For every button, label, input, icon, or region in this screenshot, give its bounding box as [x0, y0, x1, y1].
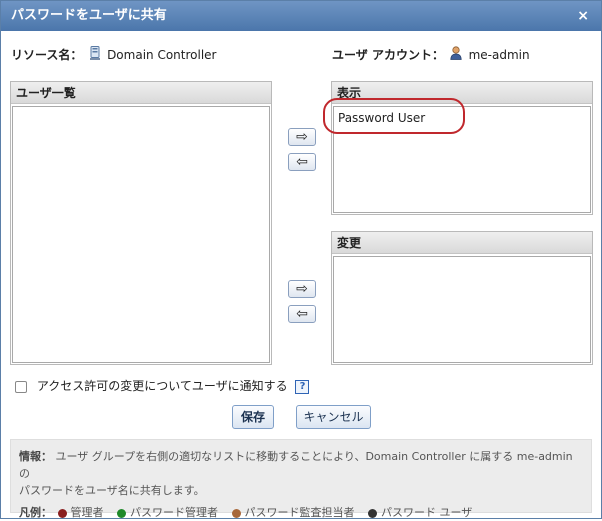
legend-item-password-user: パスワード ユーザ	[366, 504, 472, 521]
dialog-title: パスワードをユーザに共有	[11, 8, 167, 23]
legend-item-password-auditor: パスワード監査担当者	[230, 504, 355, 521]
share-password-dialog: パスワードをユーザに共有 × リソース名： Domain Controller …	[0, 0, 602, 519]
legend-item-label: パスワード ユーザ	[381, 506, 473, 519]
resource-label: リソース名：	[11, 48, 83, 62]
resource-info: リソース名： Domain Controller	[11, 46, 216, 64]
user-list-box[interactable]	[12, 106, 270, 363]
legend-item-label: パスワード監査担当者	[244, 506, 355, 519]
view-list-box[interactable]: Password User	[333, 106, 591, 213]
info-text: 情報： ユーザ グループを右側の適切なリストに移動することにより、Domain …	[19, 448, 583, 499]
help-icon[interactable]: ?	[295, 379, 310, 394]
view-panel: 表示 Password User	[331, 81, 593, 215]
arrow-left-icon: ⇦	[296, 306, 308, 322]
arrow-right-icon: ⇨	[296, 281, 308, 297]
info-text-line1: ユーザ グループを右側の適切なリストに移動することにより、Domain Cont…	[19, 450, 573, 480]
password-user-dot-icon	[368, 508, 377, 518]
password-admin-dot-icon	[117, 508, 126, 518]
legend-item-password-admin: パスワード管理者	[115, 504, 218, 521]
info-box: 情報： ユーザ グループを右側の適切なリストに移動することにより、Domain …	[10, 439, 592, 519]
save-button[interactable]: 保存	[232, 405, 274, 429]
legend: 凡例： 管理者 パスワード管理者 パスワード監査担当者 パスワード ユーザ	[19, 504, 583, 521]
remove-from-view-button[interactable]: ⇦	[288, 153, 316, 171]
modify-list-box[interactable]	[333, 256, 591, 363]
close-icon[interactable]: ×	[577, 1, 589, 31]
arrow-right-icon: ⇨	[296, 129, 308, 145]
legend-item-admin: 管理者	[56, 504, 104, 521]
modify-panel: 変更	[331, 231, 593, 365]
cancel-button[interactable]: キャンセル	[296, 405, 371, 429]
user-list-header: ユーザ一覧	[11, 82, 271, 104]
user-list-panel: ユーザ一覧	[10, 81, 272, 365]
admin-dot-icon	[57, 508, 67, 518]
dialog-titlebar: パスワードをユーザに共有 ×	[1, 1, 601, 31]
add-to-modify-button[interactable]: ⇨	[288, 280, 316, 298]
account-info: ユーザ アカウント： me-admin	[332, 46, 530, 64]
account-label: ユーザ アカウント：	[332, 48, 444, 62]
info-label: 情報：	[19, 450, 52, 463]
arrow-left-icon: ⇦	[296, 154, 308, 170]
notify-row: アクセス許可の変更についてユーザに通知する ?	[15, 377, 310, 395]
legend-item-label: パスワード管理者	[130, 506, 218, 519]
legend-item-label: 管理者	[70, 506, 104, 519]
add-to-view-button[interactable]: ⇨	[288, 128, 316, 146]
password-auditor-dot-icon	[231, 508, 241, 518]
list-item[interactable]: Password User	[334, 107, 590, 129]
modify-header: 変更	[332, 232, 592, 254]
resource-name: Domain Controller	[107, 48, 217, 62]
view-header: 表示	[332, 82, 592, 104]
user-icon	[450, 46, 462, 65]
info-text-line2: パスワードをユーザ名に共有します。	[19, 484, 205, 497]
legend-label: 凡例：	[19, 506, 52, 519]
notify-label: アクセス許可の変更についてユーザに通知する	[36, 379, 288, 393]
remove-from-modify-button[interactable]: ⇦	[288, 305, 316, 323]
account-name: me-admin	[468, 48, 530, 62]
server-icon	[90, 46, 101, 65]
notify-checkbox[interactable]	[15, 380, 27, 393]
